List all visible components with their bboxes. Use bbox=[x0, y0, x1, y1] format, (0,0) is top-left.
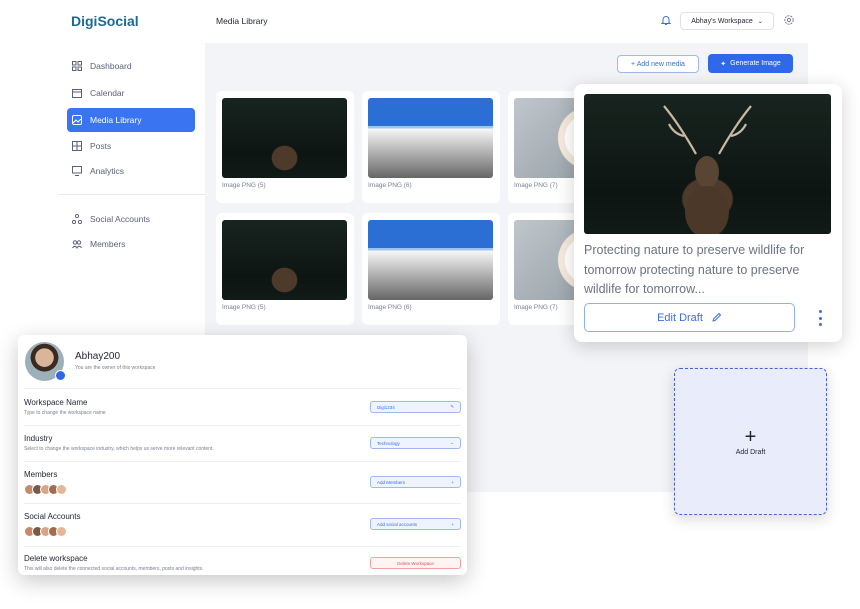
media-thumbnail-street bbox=[368, 98, 493, 178]
industry-value: Technology bbox=[377, 440, 400, 446]
media-thumbnail-deer bbox=[222, 220, 347, 300]
sidebar-item-label: Calendar bbox=[90, 88, 125, 98]
user-name: Abhay200 bbox=[75, 351, 121, 362]
sidebar-item-members[interactable]: Members bbox=[67, 232, 195, 256]
generate-image-label: Generate Image bbox=[730, 60, 781, 67]
gear-icon[interactable] bbox=[783, 14, 795, 26]
members-title: Members bbox=[24, 470, 58, 479]
divider bbox=[24, 425, 461, 426]
sidebar-item-dashboard[interactable]: Dashboard bbox=[67, 54, 195, 78]
share-icon bbox=[72, 214, 82, 224]
more-options-icon[interactable] bbox=[817, 310, 823, 326]
divider bbox=[24, 461, 461, 462]
media-label: Image PNG (6) bbox=[368, 182, 412, 189]
post-image bbox=[584, 94, 831, 234]
media-label: Image PNG (5) bbox=[222, 304, 266, 311]
post-caption: Protecting nature to preserve wildlife f… bbox=[584, 243, 805, 296]
industry-title: Industry bbox=[24, 434, 53, 443]
sidebar-divider bbox=[59, 194, 205, 195]
plus-icon: + bbox=[744, 425, 757, 448]
social-accounts-title: Social Accounts bbox=[24, 512, 81, 521]
add-social-accounts-label: Add social accounts bbox=[377, 521, 418, 527]
social-account-avatars bbox=[24, 526, 67, 537]
sidebar-item-media-library[interactable]: Media Library bbox=[67, 108, 195, 132]
sidebar-item-social-accounts[interactable]: Social Accounts bbox=[67, 207, 195, 231]
industry-help: Select to change the workspace industry,… bbox=[24, 446, 214, 452]
chevron-down-icon: ⌄ bbox=[757, 18, 763, 25]
pencil-icon bbox=[712, 312, 722, 322]
bell-icon[interactable] bbox=[660, 14, 672, 26]
sidebar-item-label: Dashboard bbox=[90, 61, 132, 71]
sidebar-item-analytics[interactable]: Analytics bbox=[67, 159, 195, 183]
media-card[interactable]: Image PNG (5) bbox=[216, 213, 354, 325]
add-members-label: Add Members bbox=[377, 479, 406, 485]
divider bbox=[24, 388, 461, 389]
workspace-name-value: Digi1234 bbox=[377, 404, 395, 410]
delete-workspace-help: This will also delete the connected soci… bbox=[24, 566, 204, 572]
divider bbox=[24, 546, 461, 547]
app-logo: DigiSocial bbox=[71, 13, 139, 29]
edit-draft-button[interactable]: Edit Draft bbox=[584, 303, 795, 332]
sidebar-item-label: Analytics bbox=[90, 166, 125, 176]
sidebar-item-posts[interactable]: Posts bbox=[67, 134, 195, 158]
media-card[interactable]: Image PNG (5) bbox=[216, 91, 354, 203]
edit-avatar-icon[interactable] bbox=[55, 370, 66, 381]
grid-icon bbox=[72, 141, 82, 151]
media-label: Image PNG (6) bbox=[368, 304, 412, 311]
media-thumbnail-deer bbox=[222, 98, 347, 178]
members-icon bbox=[72, 240, 82, 249]
page-title: Media Library bbox=[216, 16, 268, 26]
pencil-icon: ✎ bbox=[450, 404, 454, 409]
analytics-icon bbox=[72, 166, 82, 176]
add-draft-label: Add Draft bbox=[735, 448, 766, 456]
chevron-down-icon: ⌄ bbox=[450, 440, 454, 445]
media-label: Image PNG (7) bbox=[514, 304, 558, 311]
media-label: Image PNG (7) bbox=[514, 182, 558, 189]
sidebar-item-label: Members bbox=[90, 239, 126, 249]
edit-draft-label: Edit Draft bbox=[657, 311, 703, 324]
generate-image-button[interactable]: ✦ Generate Image bbox=[708, 54, 793, 73]
sidebar-item-label: Posts bbox=[90, 141, 112, 151]
add-new-media-button[interactable]: + Add new media bbox=[617, 55, 699, 73]
user-role-text: You are the owner of this workspace bbox=[75, 365, 156, 371]
plus-icon: + bbox=[451, 521, 454, 527]
sidebar-item-label: Media Library bbox=[90, 115, 142, 125]
media-thumbnail-street bbox=[368, 220, 493, 300]
sidebar-item-label: Social Accounts bbox=[90, 214, 151, 224]
delete-workspace-button[interactable]: Delete Workspace bbox=[370, 557, 461, 569]
add-social-accounts-button[interactable]: Add social accounts + bbox=[370, 518, 461, 530]
add-members-button[interactable]: Add Members + bbox=[370, 476, 461, 488]
industry-select[interactable]: Technology ⌄ bbox=[370, 437, 461, 449]
workspace-name: Abhay's Workspace bbox=[691, 17, 753, 25]
delete-workspace-title: Delete workspace bbox=[24, 554, 88, 563]
dashboard-icon bbox=[72, 61, 82, 71]
media-label: Image PNG (5) bbox=[222, 182, 266, 189]
sparkle-icon: ✦ bbox=[720, 60, 727, 68]
workspace-settings-panel: Abhay200 You are the owner of this works… bbox=[18, 335, 467, 575]
workspace-name-input[interactable]: Digi1234 ✎ bbox=[370, 401, 461, 413]
workspace-name-help: Type to change the workspace name bbox=[24, 410, 106, 416]
plus-icon: + bbox=[451, 479, 454, 485]
deer-illustration bbox=[663, 105, 752, 234]
calendar-icon bbox=[72, 89, 82, 98]
media-card[interactable]: Image PNG (6) bbox=[362, 91, 500, 203]
divider bbox=[24, 503, 461, 504]
sidebar-item-calendar[interactable]: Calendar bbox=[67, 81, 195, 105]
member-avatars bbox=[24, 484, 67, 495]
top-bar: Media Library Abhay's Workspace ⌄ bbox=[205, 0, 808, 43]
image-icon bbox=[72, 115, 82, 125]
workspace-select[interactable]: Abhay's Workspace ⌄ bbox=[680, 12, 774, 30]
workspace-name-title: Workspace Name bbox=[24, 398, 88, 407]
add-draft-button[interactable]: + Add Draft bbox=[674, 368, 827, 515]
media-card[interactable]: Image PNG (6) bbox=[362, 213, 500, 325]
post-preview-card: Protecting nature to preserve wildlife f… bbox=[574, 84, 842, 342]
